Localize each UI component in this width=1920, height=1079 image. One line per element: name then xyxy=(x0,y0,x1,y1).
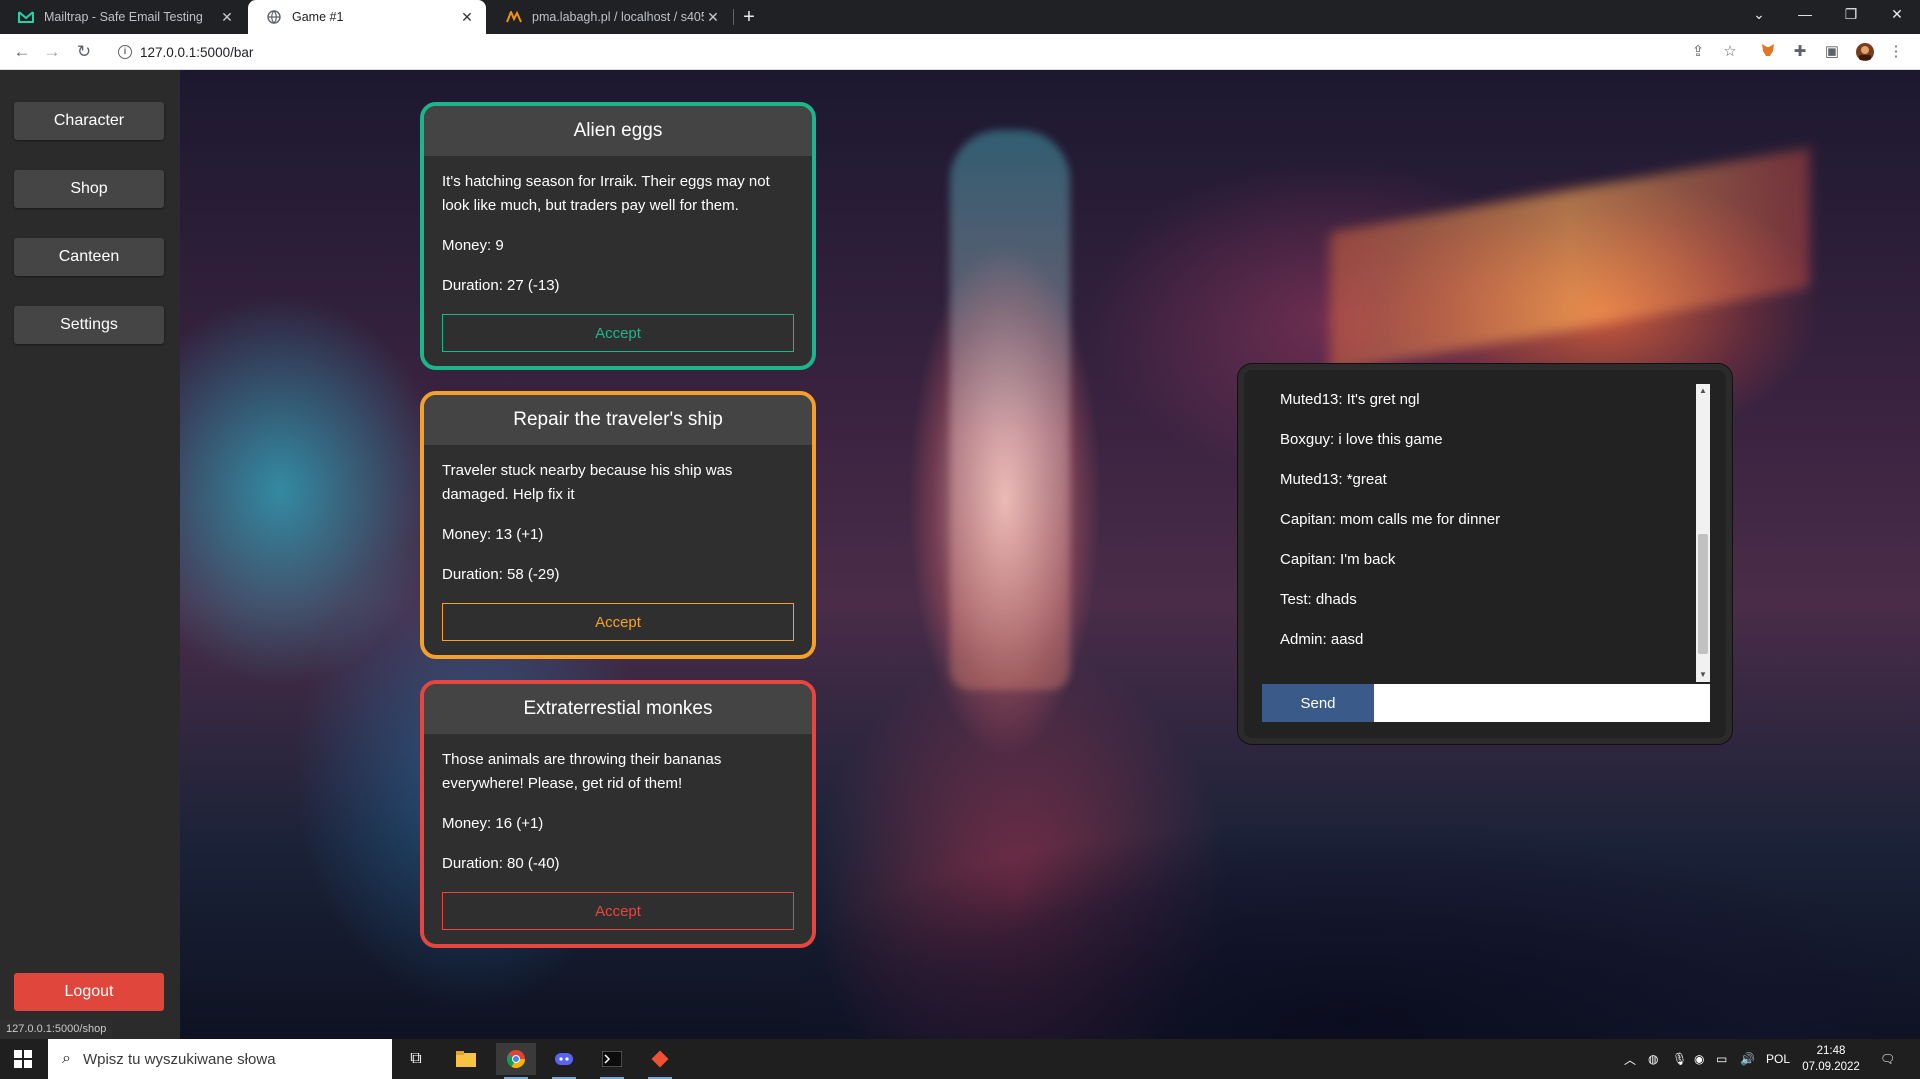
clock-time: 21:48 xyxy=(1816,1045,1846,1057)
tab-phpmyadmin[interactable]: pma.labagh.pl / localhost / s405 ✕ xyxy=(488,0,732,34)
mailtrap-icon xyxy=(18,9,34,25)
phpmyadmin-icon xyxy=(506,9,522,25)
language-indicator[interactable]: POL xyxy=(1766,1039,1790,1079)
tab-mailtrap[interactable]: Mailtrap - Safe Email Testing ✕ xyxy=(0,0,246,34)
chat-panel: Muted13: It's gret ngl Boxguy: i love th… xyxy=(1238,364,1732,744)
quest-title: Extraterrestial monkes xyxy=(424,684,812,734)
terminal-icon[interactable] xyxy=(592,1043,632,1079)
metamask-fox-icon[interactable] xyxy=(1758,42,1778,62)
accept-quest-button[interactable]: Accept xyxy=(442,603,794,641)
accept-quest-button[interactable]: Accept xyxy=(442,892,794,930)
crowd-silhouette-decoration xyxy=(800,770,1920,1039)
chat-scrollbar[interactable]: ▲ ▼ xyxy=(1696,384,1710,682)
accept-quest-button[interactable]: Accept xyxy=(442,314,794,352)
search-icon: ⌕ xyxy=(62,1050,71,1067)
share-icon[interactable]: ⇪ xyxy=(1688,42,1708,62)
chat-message-input[interactable] xyxy=(1374,684,1710,722)
quest-card: Extraterrestial monkes Those animals are… xyxy=(420,680,816,948)
minimize-icon[interactable]: — xyxy=(1782,0,1828,30)
quest-duration: Duration: 27 (-13) xyxy=(442,277,560,294)
scroll-down-arrow-icon[interactable]: ▼ xyxy=(1696,668,1710,682)
reload-icon[interactable]: ↻ xyxy=(72,40,96,64)
system-clock[interactable]: 21:48 07.09.2022 xyxy=(1800,1043,1862,1075)
window-close-icon[interactable]: ✕ xyxy=(1874,0,1920,30)
scroll-up-arrow-icon[interactable]: ▲ xyxy=(1696,384,1710,398)
quest-card: Alien eggs It's hatching season for Irra… xyxy=(420,102,816,370)
quest-description: It's hatching season for Irraik. Their e… xyxy=(442,173,770,214)
scrollbar-thumb[interactable] xyxy=(1698,534,1708,654)
new-tab-plus-icon[interactable]: + xyxy=(736,4,762,30)
sidebar-item-character[interactable]: Character xyxy=(14,102,164,140)
sidebar-item-canteen[interactable]: Canteen xyxy=(14,238,164,276)
send-button[interactable]: Send xyxy=(1262,684,1374,722)
link-status-bar: 127.0.0.1:5000/shop xyxy=(0,1020,113,1039)
chat-message: Capitan: mom calls me for dinner xyxy=(1280,511,1501,528)
bookmark-star-icon[interactable]: ☆ xyxy=(1720,42,1740,62)
network-icon[interactable]: ▭ xyxy=(1716,1039,1727,1079)
close-icon[interactable]: ✕ xyxy=(704,9,722,26)
tray-overflow-chevron-icon[interactable]: ︿ xyxy=(1624,1039,1636,1079)
address-toolbar: ← → ↻ i 127.0.0.1:5000/bar ⇪ ☆ ✚ ▣ ⋮ xyxy=(0,34,1920,70)
game-page: Character Shop Canteen Settings Logout 1… xyxy=(0,70,1920,1039)
quest-money: Money: 16 (+1) xyxy=(442,815,544,832)
logout-button[interactable]: Logout xyxy=(14,973,164,1011)
git-app-icon[interactable] xyxy=(640,1043,680,1079)
quest-duration: Duration: 58 (-29) xyxy=(442,566,560,583)
discord-icon[interactable] xyxy=(544,1043,584,1079)
address-input[interactable]: i 127.0.0.1:5000/bar xyxy=(110,39,1680,65)
forward-arrow-icon[interactable]: → xyxy=(40,40,64,64)
windows-start-icon[interactable] xyxy=(0,1039,46,1079)
sidebar-item-shop[interactable]: Shop xyxy=(14,170,164,208)
quest-card: Repair the traveler's ship Traveler stuc… xyxy=(420,391,816,659)
tab-title: pma.labagh.pl / localhost / s405 xyxy=(532,10,704,24)
tab-divider xyxy=(733,9,734,25)
browser-tab-strip: Mailtrap - Safe Email Testing ✕ Game #1 … xyxy=(0,0,1920,34)
chat-log[interactable]: Muted13: It's gret ngl Boxguy: i love th… xyxy=(1258,380,1688,680)
neon-sign-decoration xyxy=(1330,147,1810,373)
quest-duration: Duration: 80 (-40) xyxy=(442,855,560,872)
url-text: 127.0.0.1:5000/bar xyxy=(140,44,254,60)
extensions-puzzle-icon[interactable]: ✚ xyxy=(1790,42,1810,62)
quest-money: Money: 9 xyxy=(442,237,504,254)
tab-title: Mailtrap - Safe Email Testing xyxy=(44,10,203,24)
sidebar: Character Shop Canteen Settings Logout xyxy=(0,70,180,1039)
file-explorer-icon[interactable] xyxy=(446,1043,486,1075)
chat-message: Admin: aasd xyxy=(1280,631,1364,648)
profile-avatar[interactable] xyxy=(1855,42,1875,62)
side-panel-icon[interactable]: ▣ xyxy=(1822,42,1842,62)
quest-description: Traveler stuck nearby because his ship w… xyxy=(442,462,733,503)
task-view-icon[interactable]: ⧉ xyxy=(396,1043,436,1075)
chat-message: Muted13: It's gret ngl xyxy=(1280,391,1420,408)
info-icon[interactable]: i xyxy=(118,45,132,59)
sidebar-item-settings[interactable]: Settings xyxy=(14,306,164,344)
chat-message: Boxguy: i love this game xyxy=(1280,431,1443,448)
neon-bottle-decoration xyxy=(950,130,1070,690)
chevron-down-icon[interactable]: ⌄ xyxy=(1736,0,1782,30)
tray-app-icon[interactable]: ◍ xyxy=(1648,1039,1658,1079)
quest-money: Money: 13 (+1) xyxy=(442,526,544,543)
menu-kebab-icon[interactable]: ⋮ xyxy=(1886,42,1906,62)
chat-message: Muted13: *great xyxy=(1280,471,1387,488)
clock-date: 07.09.2022 xyxy=(1802,1061,1860,1073)
search-placeholder: Wpisz tu wyszukiwane słowa xyxy=(82,1050,276,1068)
back-arrow-icon[interactable]: ← xyxy=(10,40,34,64)
notifications-icon[interactable]: 🗨 xyxy=(1880,1039,1895,1079)
tab-game[interactable]: Game #1 ✕ xyxy=(248,0,486,34)
globe-icon xyxy=(266,9,282,25)
chat-message: Test: dhads xyxy=(1280,591,1357,608)
quest-description: Those animals are throwing their bananas… xyxy=(442,751,722,792)
chrome-icon[interactable] xyxy=(496,1043,536,1079)
chat-message: Capitan: I'm back xyxy=(1280,551,1396,568)
microphone-icon[interactable]: 🎙 xyxy=(1672,1039,1687,1079)
quest-title: Alien eggs xyxy=(424,106,812,156)
quest-title: Repair the traveler's ship xyxy=(424,395,812,445)
restore-icon[interactable]: ❐ xyxy=(1828,0,1874,30)
tab-title: Game #1 xyxy=(292,10,344,24)
volume-icon[interactable]: 🔊 xyxy=(1740,1039,1755,1079)
close-icon[interactable]: ✕ xyxy=(458,9,476,26)
taskbar: ⌕ Wpisz tu wyszukiwane słowa ⧉ ︿ ◍ 🎙 ◉ ▭… xyxy=(0,1039,1920,1079)
taskbar-search-input[interactable]: ⌕ Wpisz tu wyszukiwane słowa xyxy=(48,1039,392,1079)
close-icon[interactable]: ✕ xyxy=(218,9,236,26)
steam-icon[interactable]: ◉ xyxy=(1694,1039,1704,1079)
